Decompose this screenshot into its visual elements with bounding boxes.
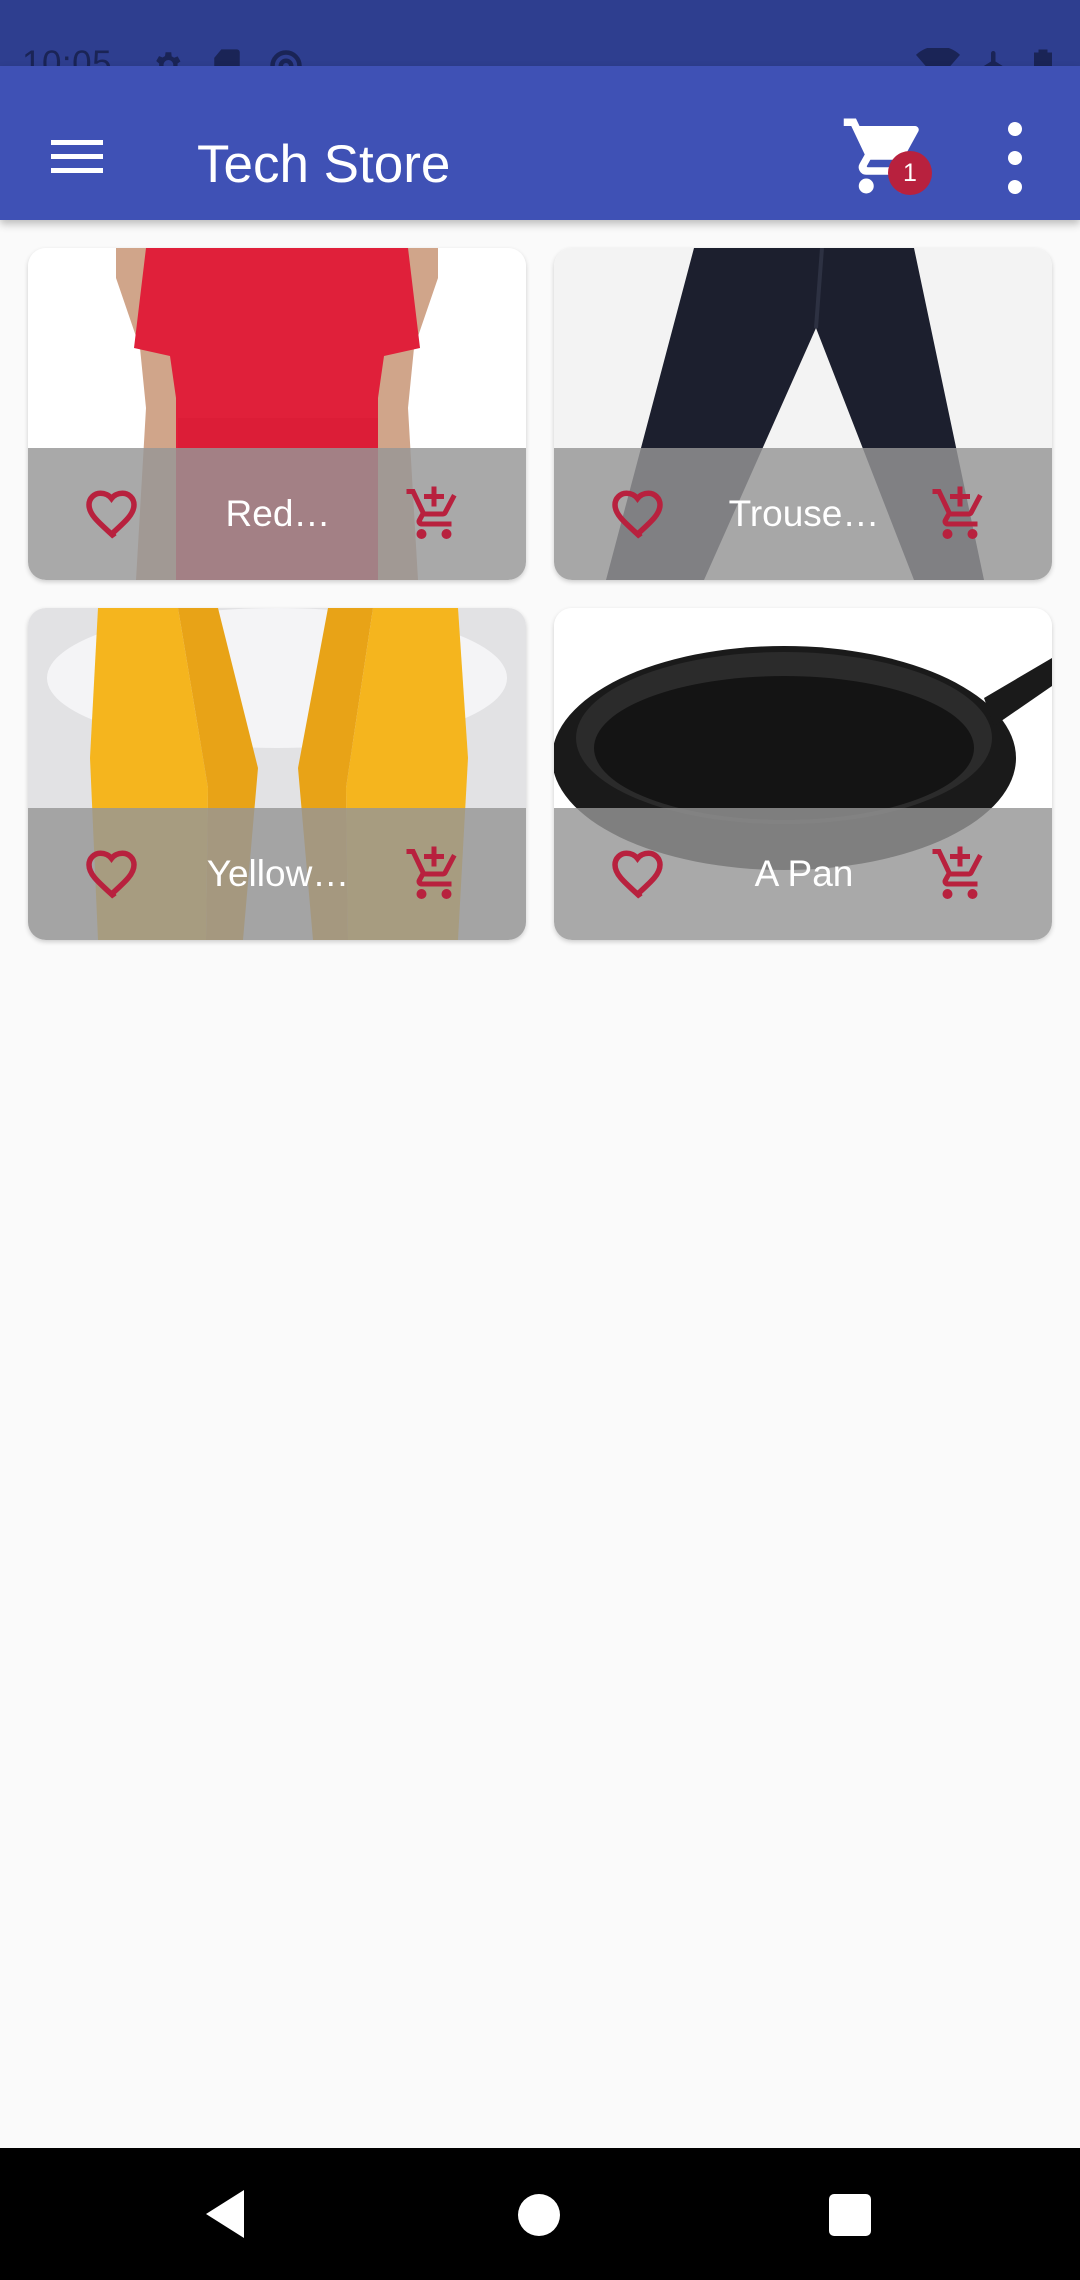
system-nav-bar [0, 2148, 1080, 2280]
product-name: Red… [225, 493, 331, 534]
heart-outline-icon[interactable] [84, 486, 144, 542]
product-name: A Pan [754, 853, 854, 894]
product-card[interactable]: A Pan [554, 608, 1052, 940]
recents-icon[interactable] [829, 2194, 871, 2236]
add-shopping-cart-icon[interactable] [928, 844, 992, 904]
product-overlay: Red… [28, 448, 526, 580]
add-shopping-cart-icon[interactable] [402, 484, 466, 544]
product-overlay: Yellow… [28, 808, 526, 940]
product-overlay: A Pan [554, 808, 1052, 940]
heart-outline-icon[interactable] [610, 846, 670, 902]
menu-icon[interactable] [42, 122, 112, 192]
product-card[interactable]: Red… [28, 248, 526, 580]
status-bar: 10:05 [0, 0, 1080, 84]
home-icon[interactable] [518, 2194, 560, 2236]
add-shopping-cart-icon[interactable] [402, 844, 466, 904]
product-name: Trouse… [728, 493, 880, 534]
add-shopping-cart-icon[interactable] [928, 484, 992, 544]
cart-badge: 1 [888, 151, 932, 195]
heart-outline-icon[interactable] [610, 486, 670, 542]
app-title: Tech Store [197, 135, 451, 194]
back-icon[interactable] [200, 2186, 250, 2242]
product-overlay: Trouse… [554, 448, 1052, 580]
heart-outline-icon[interactable] [84, 846, 144, 902]
app-bar: Tech Store 1 [0, 66, 1080, 220]
product-card[interactable]: Trouse… [554, 248, 1052, 580]
product-name: Yellow… [206, 853, 350, 894]
more-vert-icon[interactable] [990, 122, 1040, 208]
product-card[interactable]: Yellow… [28, 608, 526, 940]
